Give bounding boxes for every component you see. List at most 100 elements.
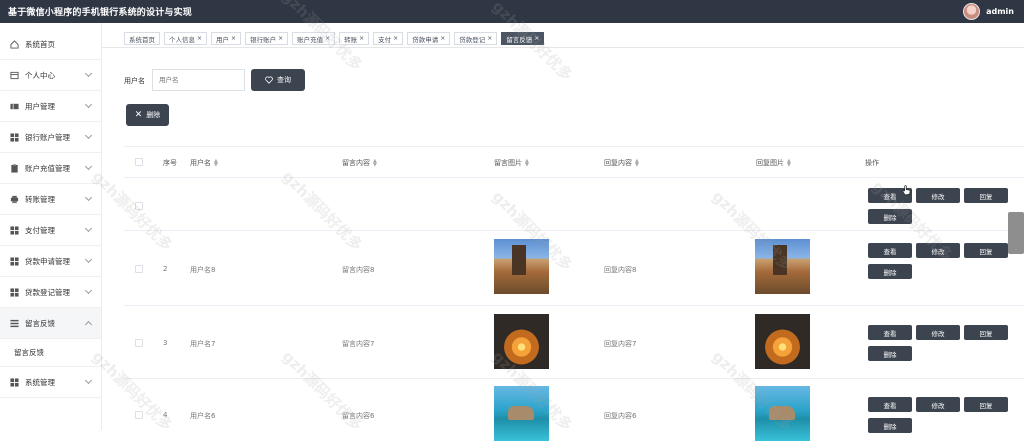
username[interactable]: admin [986, 7, 1014, 16]
row-checkbox[interactable] [135, 411, 143, 419]
column-header-reply-image[interactable]: 回复图片 ▲ ▼ [756, 158, 791, 168]
tab-users[interactable]: 用户 × [211, 32, 242, 45]
delete-button[interactable]: 删除 [868, 264, 912, 279]
tab-feedback[interactable]: 留言反馈 × [501, 32, 545, 45]
close-icon[interactable]: × [487, 35, 492, 42]
column-label: 留言图片 [494, 159, 522, 167]
sidebar-item-transfer[interactable]: 转账管理 [0, 184, 101, 215]
row-checkbox[interactable] [135, 339, 143, 347]
tab-home[interactable]: 系统首页 [124, 32, 160, 45]
tab-loan-register[interactable]: 贷款登记 × [454, 32, 498, 45]
cell-index: 3 [163, 339, 168, 347]
user-card-icon [10, 71, 19, 79]
reply-button[interactable]: 回复 [964, 243, 1008, 258]
sidebar-item-bank-accounts[interactable]: 银行账户管理 [0, 122, 101, 153]
cell-reply: 回复内容6 [604, 412, 637, 420]
close-icon: ✕ [134, 110, 143, 120]
tab-profile[interactable]: 个人信息 × [164, 32, 208, 45]
reply-image[interactable] [755, 239, 810, 294]
tab-bank-accounts[interactable]: 银行账户 × [245, 32, 289, 45]
sidebar-item-home[interactable]: 系统首页 [0, 23, 101, 60]
column-header-message[interactable]: 留言内容 ▲ ▼ [342, 158, 377, 168]
edit-button[interactable]: 修改 [916, 325, 960, 340]
close-icon[interactable]: × [534, 35, 539, 42]
cell-username: 用户名8 [190, 266, 216, 274]
sidebar-item-loan-register[interactable]: 贷款登记管理 [0, 277, 101, 308]
column-label: 留言内容 [342, 159, 370, 167]
tab-label: 账户充值 [297, 35, 324, 44]
close-icon[interactable]: × [231, 35, 236, 42]
column-header-username[interactable]: 用户名 ▲ ▼ [190, 158, 218, 168]
list-icon [10, 319, 19, 327]
sidebar-item-label: 支付管理 [25, 225, 55, 235]
cell-index: 2 [163, 265, 168, 273]
column-header-reply[interactable]: 回复内容 ▲ ▼ [604, 158, 639, 168]
tab-transfer[interactable]: 转账 × [339, 32, 370, 45]
sort-icon[interactable]: ▲ ▼ [525, 159, 529, 168]
close-icon[interactable]: × [197, 35, 202, 42]
tab-loan-apply[interactable]: 贷款申请 × [407, 32, 451, 45]
row-checkbox[interactable] [135, 202, 143, 210]
sidebar-subitem-feedback[interactable]: 留言反馈 [0, 339, 101, 367]
view-button[interactable]: 查看 [868, 243, 912, 258]
close-icon[interactable]: × [325, 35, 330, 42]
page-scrollbar[interactable] [1008, 212, 1024, 254]
username-search-input[interactable] [152, 69, 245, 91]
reply-button[interactable]: 回复 [964, 397, 1008, 412]
cell-username: 用户名7 [190, 340, 216, 348]
sidebar: 系统首页 个人中心 用户管理 银行账户管理 账户充值管理 转账管理 支付管理 贷… [0, 23, 102, 430]
column-label: 回复内容 [604, 159, 632, 167]
avatar[interactable] [963, 3, 981, 20]
sort-icon[interactable]: ▲ ▼ [214, 159, 218, 168]
close-icon[interactable]: × [359, 35, 364, 42]
close-icon[interactable]: × [278, 35, 283, 42]
sidebar-item-profile[interactable]: 个人中心 [0, 60, 101, 91]
row-checkbox[interactable] [135, 265, 143, 273]
tab-recharge[interactable]: 账户充值 × [292, 32, 336, 45]
reply-image[interactable] [755, 386, 810, 441]
batch-delete-button[interactable]: ✕ 删除 [126, 104, 169, 126]
reply-button[interactable]: 回复 [964, 325, 1008, 340]
home-icon [10, 39, 19, 49]
reply-button[interactable]: 回复 [964, 188, 1008, 203]
sidebar-item-users[interactable]: 用户管理 [0, 91, 101, 122]
reply-image[interactable] [755, 314, 810, 369]
sidebar-item-payment[interactable]: 支付管理 [0, 215, 101, 246]
edit-button[interactable]: 修改 [916, 188, 960, 203]
tab-label: 个人信息 [169, 35, 195, 44]
select-all-checkbox[interactable] [135, 158, 143, 166]
delete-button[interactable]: 删除 [868, 209, 912, 224]
sidebar-item-loan-apply[interactable]: 贷款申请管理 [0, 246, 101, 277]
cell-message: 留言内容6 [342, 412, 375, 420]
view-button[interactable]: 查看 [868, 397, 912, 412]
view-button[interactable]: 查看 [868, 325, 912, 340]
close-icon[interactable]: × [440, 35, 445, 42]
sidebar-item-system[interactable]: 系统管理 [0, 367, 101, 398]
sidebar-item-recharge[interactable]: 账户充值管理 [0, 153, 101, 184]
close-icon[interactable]: × [393, 35, 398, 42]
table-row: 4 用户名6 留言内容6 回复内容6 查看 修改 回复 删除 [124, 379, 1024, 441]
message-image[interactable] [494, 239, 549, 294]
delete-button[interactable]: 删除 [868, 418, 912, 433]
message-image[interactable] [494, 386, 549, 441]
sort-icon[interactable]: ▲ ▼ [635, 159, 639, 168]
query-button-label: 查询 [277, 76, 291, 84]
message-image[interactable] [494, 314, 549, 369]
sort-icon[interactable]: ▲ ▼ [787, 159, 791, 168]
cell-reply: 回复内容8 [604, 266, 637, 274]
column-label: 回复图片 [756, 159, 784, 167]
query-button[interactable]: 查询 [251, 69, 305, 91]
users-icon [10, 103, 19, 109]
sidebar-item-label: 转账管理 [25, 194, 55, 204]
user-menu[interactable]: admin [963, 2, 1014, 21]
delete-button[interactable]: 删除 [868, 346, 912, 361]
app-title: 基于微信小程序的手机银行系统的设计与实现 [8, 8, 193, 18]
sort-icon[interactable]: ▲ ▼ [373, 159, 377, 168]
tab-payment[interactable]: 支付 × [373, 32, 404, 45]
edit-button[interactable]: 修改 [916, 243, 960, 258]
tab-label: 贷款申请 [412, 35, 439, 44]
sidebar-item-feedback[interactable]: 留言反馈 [0, 308, 101, 339]
column-header-message-image[interactable]: 留言图片 ▲ ▼ [494, 158, 529, 168]
edit-button[interactable]: 修改 [916, 397, 960, 412]
cell-reply: 回复内容7 [604, 340, 637, 348]
